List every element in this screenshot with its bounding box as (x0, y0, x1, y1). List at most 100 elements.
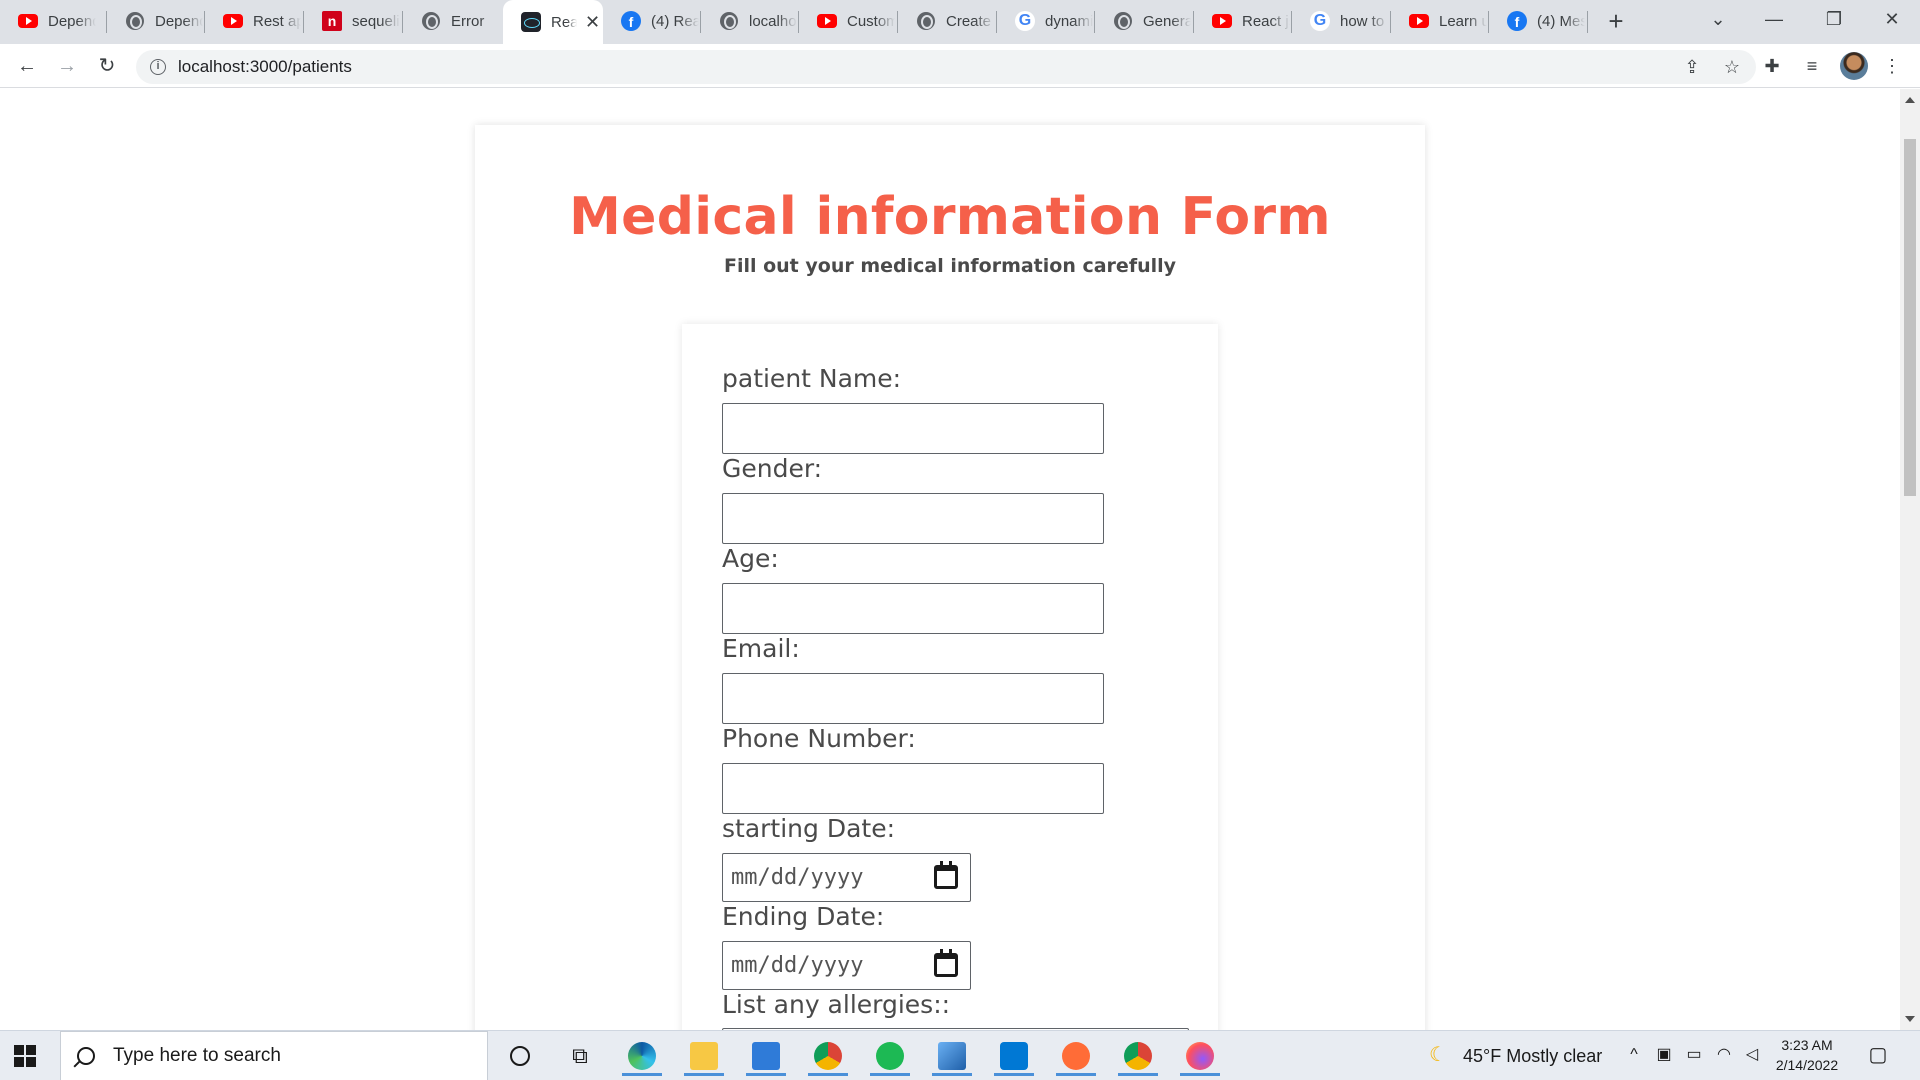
youtube-icon (18, 11, 38, 31)
edge-icon[interactable] (616, 1036, 668, 1076)
back-arrow-icon[interactable]: ← (11, 50, 43, 82)
cortana-icon[interactable] (494, 1036, 546, 1076)
facebook-icon: f (621, 11, 641, 31)
gender-input[interactable] (722, 493, 1104, 544)
share-icon[interactable]: ⇪ (1680, 55, 1704, 79)
restore-button[interactable]: ❐ (1806, 0, 1862, 40)
tab-5[interactable]: Error (403, 0, 501, 42)
tab-7[interactable]: f (4) React (603, 0, 701, 42)
battery-icon[interactable]: ▭ (1684, 1045, 1704, 1065)
ending-date-placeholder: mm/dd/yyyy (731, 953, 864, 978)
scroll-up-arrow-icon[interactable] (1905, 97, 1915, 103)
chrome-menu-icon[interactable]: ⋮ (1880, 54, 1904, 78)
photos-icon[interactable] (926, 1036, 978, 1076)
tab-11[interactable]: G dynamic (997, 0, 1095, 42)
age-label: Age: (722, 544, 779, 573)
email-label: Email: (722, 634, 800, 663)
tab-16[interactable]: f (4) Messenger (1489, 0, 1588, 42)
windows-start-icon[interactable] (14, 1045, 36, 1067)
bookmark-star-icon[interactable]: ☆ (1720, 55, 1744, 79)
tab-13[interactable]: React js (1194, 0, 1292, 42)
age-input[interactable] (722, 583, 1104, 634)
profile-avatar[interactable] (1840, 52, 1868, 80)
page-scrollbar[interactable] (1900, 89, 1920, 1030)
tab-10[interactable]: Create (898, 0, 997, 42)
globe-icon (1113, 11, 1133, 31)
page-title: Medical information Form (569, 187, 1331, 247)
taskbar-clock[interactable]: 3:23 AM 2/14/2022 (1762, 1035, 1852, 1075)
tab-9[interactable]: Custom (799, 0, 898, 42)
calendar-icon[interactable] (934, 861, 958, 889)
starting-date-label: starting Date: (722, 814, 896, 843)
browser-tab-strip: Depend Depend Rest api n sequelize Error… (0, 0, 1920, 44)
windows-taskbar: Type here to search ⧉ ☾ 45°F Mostly clea… (0, 1030, 1920, 1080)
task-view-icon[interactable]: ⧉ (554, 1036, 606, 1076)
search-icon (77, 1047, 95, 1065)
tab-search-chevron-icon[interactable]: ⌄ (1690, 0, 1746, 40)
youtube-icon (1212, 11, 1232, 31)
reading-list-icon[interactable]: ≡ (1800, 54, 1824, 78)
site-info-icon[interactable]: i (150, 59, 166, 75)
google-icon: G (1310, 11, 1330, 31)
tab-14[interactable]: G how to (1292, 0, 1391, 42)
browser-toolbar: ← → ↻ i localhost:3000/patients ⇪ ☆ ✚ ≡ … (0, 44, 1920, 88)
email-input[interactable] (722, 673, 1104, 724)
vscode-icon[interactable] (988, 1036, 1040, 1076)
weather-text[interactable]: 45°F Mostly clear (1463, 1046, 1602, 1067)
extensions-icon[interactable]: ✚ (1760, 54, 1784, 78)
phone-number-label: Phone Number: (722, 724, 916, 753)
tab-3[interactable]: Rest api (205, 0, 304, 42)
tab-4[interactable]: n sequelize (304, 0, 403, 42)
address-url[interactable]: localhost:3000/patients (178, 57, 352, 77)
minimize-button[interactable]: — (1746, 0, 1802, 40)
tab-8[interactable]: localhost (701, 0, 799, 42)
facebook-icon: f (1507, 11, 1527, 31)
allergies-label: List any allergies:: (722, 990, 951, 1019)
sequelize-icon: n (322, 11, 342, 31)
taskbar-search-box[interactable]: Type here to search (60, 1031, 488, 1080)
close-tab-icon[interactable]: ✕ (585, 12, 600, 33)
ending-date-input[interactable]: mm/dd/yyyy (722, 941, 971, 990)
volume-icon[interactable]: ◁ (1742, 1045, 1762, 1065)
globe-icon (719, 11, 739, 31)
calendar-icon[interactable] (934, 949, 958, 977)
spotify-icon[interactable] (864, 1036, 916, 1076)
weather-moon-icon[interactable]: ☾ (1428, 1045, 1448, 1065)
file-explorer-icon[interactable] (678, 1036, 730, 1076)
page-subtitle: Fill out your medical information carefu… (723, 255, 1177, 277)
ending-date-label: Ending Date: (722, 902, 885, 931)
mail-icon[interactable] (740, 1036, 792, 1076)
gender-label: Gender: (722, 454, 823, 483)
forward-arrow-icon[interactable]: → (51, 50, 83, 82)
chevron-up-icon[interactable]: ^ (1624, 1045, 1644, 1065)
tab-12[interactable]: Generate (1095, 0, 1194, 42)
medical-form: patient Name: Gender: Age: Email: Phone … (682, 324, 1218, 1030)
firefox-dev-icon[interactable] (1174, 1036, 1226, 1076)
reload-icon[interactable]: ↻ (91, 50, 123, 82)
chrome-profile-icon[interactable] (1112, 1036, 1164, 1076)
close-window-button[interactable]: ✕ (1864, 0, 1920, 40)
postman-icon[interactable] (1050, 1036, 1102, 1076)
patient-name-input[interactable] (722, 403, 1104, 454)
scroll-down-arrow-icon[interactable] (1905, 1016, 1915, 1022)
new-tab-button[interactable]: + (1600, 6, 1632, 38)
taskbar-search-placeholder: Type here to search (113, 1045, 281, 1066)
address-bar[interactable]: i localhost:3000/patients ⇪ ☆ (136, 50, 1756, 84)
chrome-icon[interactable] (802, 1036, 854, 1076)
youtube-icon (1409, 11, 1429, 31)
tab-1[interactable]: Depend (0, 0, 107, 42)
scrollbar-thumb[interactable] (1904, 139, 1916, 496)
notification-icon[interactable]: ▢ (1868, 1045, 1888, 1065)
meet-now-icon[interactable]: ▣ (1654, 1045, 1674, 1065)
globe-icon (125, 11, 145, 31)
tab-2[interactable]: Depend (107, 0, 205, 42)
clock-date: 2/14/2022 (1775, 1057, 1839, 1073)
tab-15[interactable]: Learn u (1391, 0, 1489, 42)
wifi-icon[interactable]: ◠ (1714, 1045, 1734, 1065)
phone-number-input[interactable] (722, 763, 1104, 814)
form-container: Medical information Form Fill out your m… (475, 125, 1425, 1030)
tab-active-react[interactable]: React ✕ (503, 0, 603, 44)
globe-icon (916, 11, 936, 31)
starting-date-input[interactable]: mm/dd/yyyy (722, 853, 971, 902)
clock-time: 3:23 AM (1781, 1037, 1833, 1053)
